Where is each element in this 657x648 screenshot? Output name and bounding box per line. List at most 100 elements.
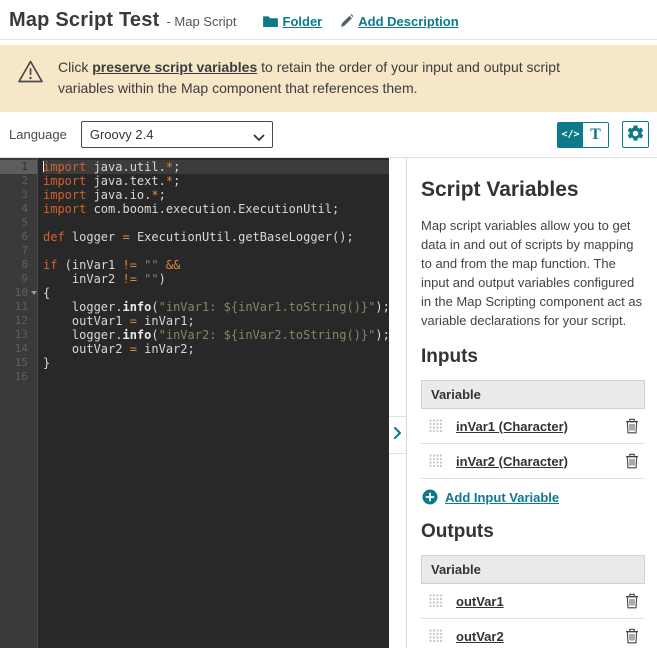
code-token: * <box>165 174 174 188</box>
code-line: if (inVar1 != "" && <box>43 258 389 272</box>
code-token: ; <box>158 188 166 202</box>
delete-variable-button[interactable] <box>625 418 639 434</box>
drag-handle-icon[interactable] <box>429 419 443 433</box>
line-number: 3 <box>21 188 28 201</box>
language-select[interactable]: Groovy 2.4 <box>80 121 273 148</box>
code-token: ( <box>151 300 159 314</box>
code-icon: </> <box>561 129 580 140</box>
warning-text-prefix: Click <box>58 59 93 75</box>
warning-banner: Click preserve script variables to retai… <box>0 45 657 112</box>
code-token: "" <box>144 258 159 272</box>
code-token: import <box>43 160 87 174</box>
inputs-table: Variable inVar1 (Character) inVar2 (Char… <box>421 380 645 479</box>
variable-link[interactable]: inVar1 (Character) <box>456 419 612 434</box>
drag-handle-icon[interactable] <box>429 594 443 608</box>
code-token: "" <box>144 272 159 286</box>
add-input-variable-link[interactable]: Add Input Variable <box>445 490 559 505</box>
language-label: Language <box>9 127 67 142</box>
line-number: 1 <box>0 160 37 174</box>
main-content: 1 2 3 4 5 6 7 8 9 10 11 12 13 14 15 16 import java.util… <box>0 157 657 648</box>
variable-row: inVar1 (Character) <box>421 409 645 444</box>
collapse-panel-button[interactable] <box>389 416 406 454</box>
variable-link[interactable]: inVar2 (Character) <box>456 454 612 469</box>
code-token: import <box>43 188 87 202</box>
code-token: if <box>43 258 58 272</box>
code-line: outVar1 = inVar1; <box>43 314 389 328</box>
line-number: 5 <box>21 216 28 229</box>
line-number: 16 <box>14 370 28 383</box>
code-fold-icon[interactable] <box>31 291 37 295</box>
line-number: 9 <box>21 272 28 285</box>
code-token: import <box>43 174 87 188</box>
code-token: * <box>151 188 159 202</box>
drag-handle-icon[interactable] <box>429 629 443 643</box>
drag-handle-icon[interactable] <box>429 454 443 468</box>
code-token: outVar2 <box>43 342 130 356</box>
editor-code-area[interactable]: import java.util.*; import java.text.*; im… <box>38 158 389 648</box>
add-description-link[interactable]: Add Description <box>340 13 459 29</box>
gear-icon <box>627 125 644 145</box>
language-select-wrap: Groovy 2.4 <box>80 121 273 148</box>
code-line: import com.boomi.execution.ExecutionUtil… <box>43 202 389 216</box>
add-input-variable[interactable]: Add Input Variable <box>422 489 645 505</box>
code-token: != <box>122 258 137 272</box>
code-token: logger <box>64 230 123 244</box>
delete-variable-button[interactable] <box>625 593 639 609</box>
outputs-table: Variable outVar1 outVar2 <box>421 555 645 648</box>
code-token: ) <box>158 272 166 286</box>
variable-row: outVar1 <box>421 584 645 619</box>
code-token: = <box>129 342 137 356</box>
script-variables-panel: Script Variables Map script variables al… <box>407 158 657 648</box>
code-token: java.io. <box>86 188 152 202</box>
preserve-script-variables-link[interactable]: preserve script variables <box>92 59 257 75</box>
code-token: ); <box>375 300 389 314</box>
code-token: import <box>43 202 87 216</box>
code-token: ; <box>173 160 181 174</box>
code-token: outVar1 <box>43 314 130 328</box>
code-token: != <box>122 272 137 286</box>
code-token: inVar2 <box>43 272 123 286</box>
code-line: def logger = ExecutionUtil.getBaseLogger… <box>43 230 389 244</box>
code-token: { <box>43 286 51 300</box>
code-token: ExecutionUtil.getBaseLogger(); <box>129 230 354 244</box>
code-token: info <box>122 328 152 342</box>
add-description-link-label: Add Description <box>358 13 459 29</box>
page-subtitle: - Map Script <box>166 14 237 29</box>
code-line: import java.text.*; <box>43 174 389 188</box>
delete-variable-button[interactable] <box>625 453 639 469</box>
code-line: logger.info("inVar1: ${inVar1.toString()… <box>43 300 389 314</box>
line-number: 6 <box>21 230 28 243</box>
folder-icon <box>262 14 278 29</box>
text-icon: T <box>590 125 601 143</box>
line-number: 4 <box>21 202 28 215</box>
variable-link[interactable]: outVar1 <box>456 594 612 609</box>
settings-button[interactable] <box>622 121 649 148</box>
code-token: def <box>43 230 65 244</box>
text-view-button[interactable]: T <box>583 122 608 147</box>
code-token: "inVar2: ${inVar2.toString()}" <box>158 328 376 342</box>
code-editor[interactable]: 1 2 3 4 5 6 7 8 9 10 11 12 13 14 15 16 import java.util… <box>0 158 389 648</box>
variable-link[interactable]: outVar2 <box>456 629 612 644</box>
code-line: outVar2 = inVar2; <box>43 342 389 356</box>
page-title: Map Script Test <box>9 9 160 31</box>
code-view-button[interactable]: </> <box>558 122 583 147</box>
code-token: java.text. <box>86 174 166 188</box>
warning-text: Click preserve script variables to retai… <box>58 57 597 99</box>
code-line: import java.util.*; <box>43 160 389 174</box>
line-number: 7 <box>21 244 28 257</box>
code-token: * <box>165 160 174 174</box>
panel-title: Script Variables <box>421 178 579 201</box>
variable-row: outVar2 <box>421 619 645 648</box>
code-line: import java.io.*; <box>43 188 389 202</box>
line-number: 12 <box>14 314 28 327</box>
code-line: { <box>43 286 389 300</box>
line-number: 14 <box>14 342 28 355</box>
folder-link[interactable]: Folder <box>262 14 322 29</box>
line-number: 8 <box>21 258 28 271</box>
code-token: logger. <box>43 300 123 314</box>
line-number: 2 <box>21 174 28 187</box>
delete-variable-button[interactable] <box>625 628 639 644</box>
code-token: (inVar1 <box>57 258 123 272</box>
